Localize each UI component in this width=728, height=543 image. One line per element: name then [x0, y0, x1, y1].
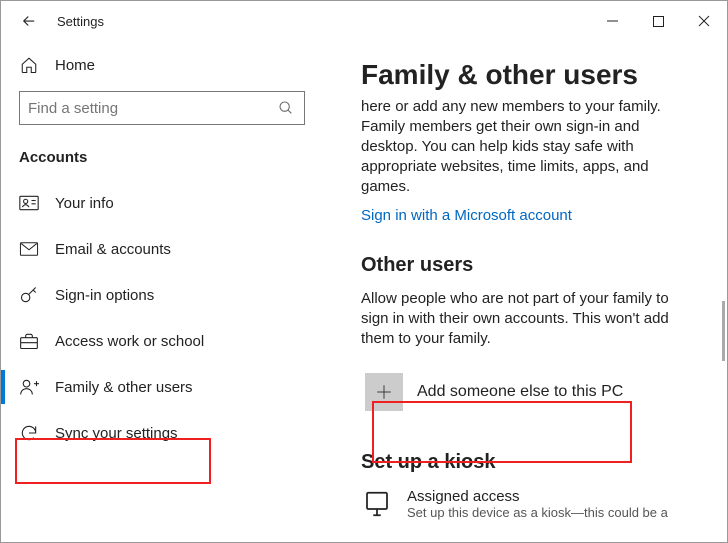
kiosk-icon [361, 488, 393, 520]
search-field[interactable] [28, 100, 276, 117]
sidebar-item-label: Sync your settings [55, 425, 178, 442]
sidebar-item-label: Access work or school [55, 333, 204, 350]
sidebar-item-sync[interactable]: Sync your settings [15, 410, 331, 456]
maximize-button[interactable] [635, 5, 681, 37]
back-button[interactable] [15, 7, 43, 35]
sidebar-item-email[interactable]: Email & accounts [15, 226, 331, 272]
search-icon [276, 98, 296, 118]
section-accounts: Accounts [15, 143, 331, 180]
sidebar-item-label: Family & other users [55, 379, 193, 396]
briefcase-icon [19, 331, 39, 351]
minimize-button[interactable] [589, 5, 635, 37]
sidebar-item-family[interactable]: Family & other users [15, 364, 331, 410]
search-input[interactable] [19, 91, 305, 125]
assigned-access-button[interactable]: Assigned access Set up this device as a … [361, 488, 697, 520]
sync-icon [19, 423, 39, 443]
add-someone-label: Add someone else to this PC [417, 383, 623, 401]
home-icon [19, 55, 39, 75]
key-icon [19, 285, 39, 305]
sidebar-item-label: Sign-in options [55, 287, 154, 304]
home-nav[interactable]: Home [15, 45, 331, 85]
sidebar-item-signin[interactable]: Sign-in options [15, 272, 331, 318]
home-label: Home [55, 57, 95, 74]
add-someone-button[interactable]: Add someone else to this PC [361, 367, 697, 417]
person-card-icon [19, 193, 39, 213]
assigned-access-desc: Set up this device as a kiosk—this could… [407, 505, 668, 520]
people-plus-icon [19, 377, 39, 397]
sidebar-item-label: Your info [55, 195, 114, 212]
signin-link[interactable]: Sign in with a Microsoft account [361, 207, 697, 224]
main-content: Family & other users here or add any new… [331, 41, 727, 542]
window-title: Settings [57, 14, 104, 29]
sidebar-item-work[interactable]: Access work or school [15, 318, 331, 364]
assigned-access-title: Assigned access [407, 488, 668, 505]
other-users-heading: Other users [361, 254, 697, 277]
close-button[interactable] [681, 5, 727, 37]
page-title: Family & other users [361, 59, 697, 91]
sidebar-item-your-info[interactable]: Your info [15, 180, 331, 226]
mail-icon [19, 239, 39, 259]
scrollbar[interactable] [722, 301, 725, 361]
plus-icon [365, 373, 403, 411]
other-users-description: Allow people who are not part of your fa… [361, 289, 697, 349]
sidebar-item-label: Email & accounts [55, 241, 171, 258]
family-description: here or add any new members to your fami… [361, 97, 697, 197]
kiosk-heading: Set up a kiosk [361, 451, 697, 474]
sidebar: Home Accounts Your info Email & accounts [1, 41, 331, 542]
